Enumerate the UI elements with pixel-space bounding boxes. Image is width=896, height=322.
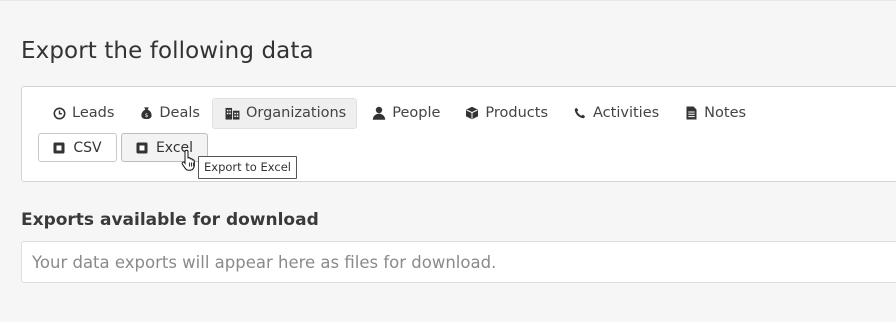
downloads-list: Your data exports will appear here as fi… [21,241,896,283]
hand-pointer-icon [181,149,199,175]
tab-leads[interactable]: Leads [39,98,124,128]
export-excel-tooltip: Export to Excel [198,156,297,179]
svg-text:$: $ [145,113,149,119]
tab-activities[interactable]: Activities [560,98,669,128]
tab-label: Deals [159,105,200,121]
note-icon [683,105,699,121]
tab-people[interactable]: People [359,98,450,128]
tab-label: People [392,105,441,121]
money-bag-icon: $ [138,105,154,121]
box-icon [464,105,480,121]
tab-label: Products [485,105,549,121]
buildings-icon [225,105,241,121]
downloads-heading: Exports available for download [21,210,319,230]
tab-label: Organizations [245,105,347,121]
tab-label: Leads [72,105,115,121]
phone-icon [572,105,588,121]
tab-products[interactable]: Products [452,98,558,128]
disk-icon [136,142,148,154]
clock-icon [51,105,67,121]
csv-label: CSV [73,139,102,156]
tab-notes[interactable]: Notes [671,98,756,128]
page-title: Export the following data [21,38,314,64]
entity-tabs: Leads $ Deals Organizations People Produ… [39,97,758,129]
export-panel: Leads $ Deals Organizations People Produ… [21,86,896,182]
tab-label: Activities [593,105,660,121]
downloads-empty-message: Your data exports will appear here as fi… [32,252,497,272]
person-icon [371,105,387,121]
top-divider [0,0,896,1]
tab-label: Notes [704,105,747,121]
tab-deals[interactable]: $ Deals [126,98,210,128]
export-csv-button[interactable]: CSV [38,133,117,162]
disk-icon [53,142,65,154]
tab-organizations[interactable]: Organizations [211,97,358,129]
